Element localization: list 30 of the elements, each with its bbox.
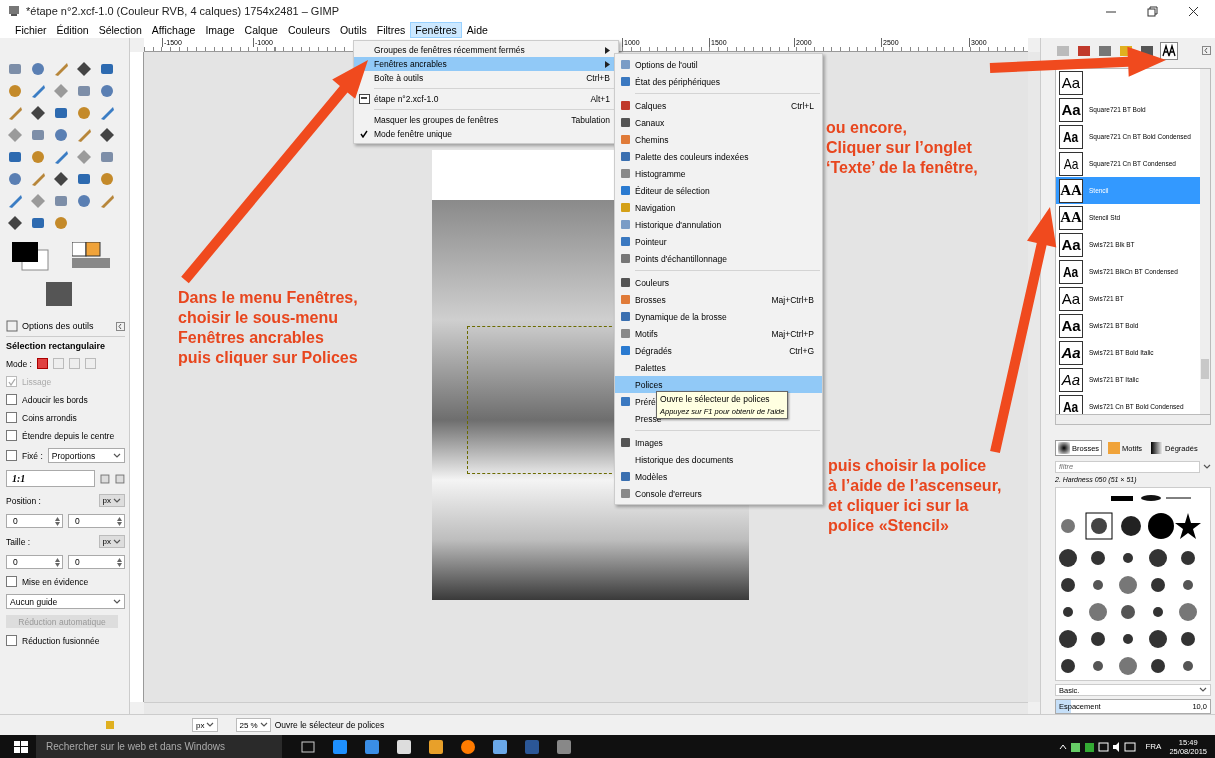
checkbox-label: Lissage — [22, 376, 52, 387]
font-preview: Aa — [1059, 70, 1083, 95]
font-preview: Aa — [1059, 151, 1083, 176]
font-preview: Aa — [1059, 124, 1083, 149]
window-title: *étape n°2.xcf-1.0 (Couleur RVB, 4 calques) 1754x2481 – GIMP — [26, 5, 339, 17]
checkbox-label: Mise en évidence — [22, 576, 89, 587]
auto-shrink-button: Réduction automatique — [6, 615, 118, 628]
annotation-text: puis choisir la police à l’aide de l’ascenseur, et cliquer ici sur la police «Stencil» — [828, 456, 1002, 536]
checkbox-label: Coins arrondis — [22, 412, 77, 423]
checkbox-label: Fixé : — [22, 450, 43, 461]
font-preview: Aa — [1059, 367, 1083, 392]
font-preview: Aa — [1059, 97, 1083, 122]
checkbox-label: Étendre depuis le centre — [22, 430, 115, 441]
checkbox-label: Adoucir les bords — [22, 394, 88, 405]
checkbox-label: Réduction fusionnée — [22, 635, 100, 646]
annotation-text: Dans le menu Fenêtres, choisir le sous-menu Fenêtres ancrables puis cliquer sur Polices — [178, 288, 358, 368]
font-preview: Aa — [1059, 286, 1083, 311]
field-label: Taille : — [6, 536, 31, 547]
font-preview: Aa — [1059, 394, 1083, 414]
mode-label: Mode : — [6, 358, 32, 369]
font-preview: Aa — [1059, 232, 1083, 257]
field-label: Position : — [6, 495, 41, 506]
panel-title: Sélection rectangulaire — [6, 341, 107, 351]
font-preview: Aa — [1059, 313, 1083, 338]
font-preview: AA — [1059, 205, 1083, 230]
font-preview: AA — [1059, 178, 1083, 203]
font-preview: Aa — [1059, 340, 1083, 365]
status-message: Ouvre le sélecteur de polices — [274, 720, 385, 730]
font-preview: Aa — [1059, 259, 1083, 284]
annotation-text: ou encore, Cliquer sur l’onglet ‘Texte’ de la fenêtre, — [826, 118, 978, 178]
